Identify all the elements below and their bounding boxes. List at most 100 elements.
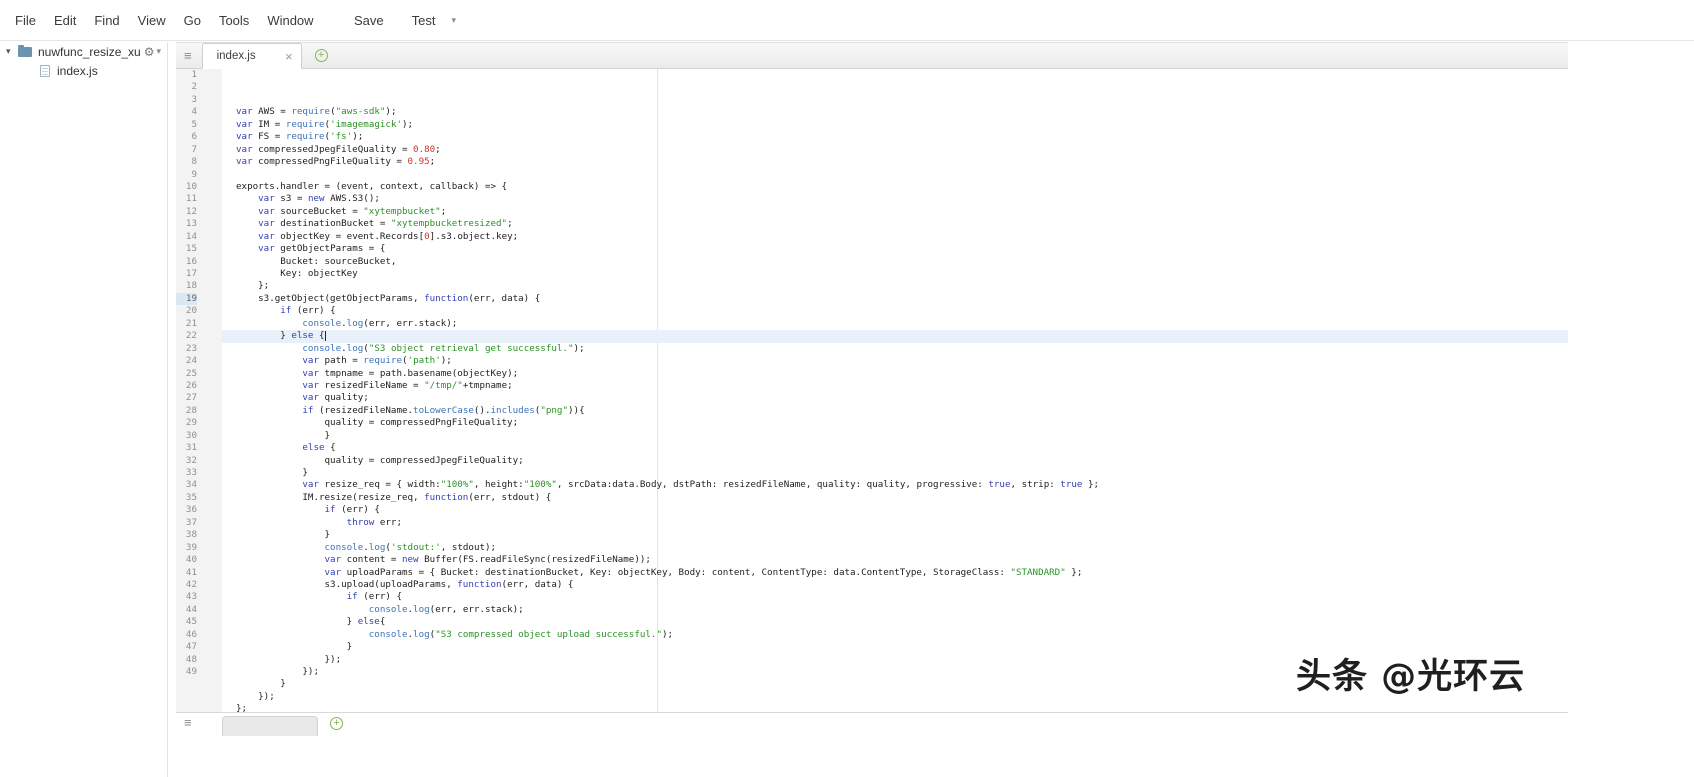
- line-number[interactable]: 41: [176, 567, 197, 579]
- code-line[interactable]: s3.getObject(getObjectParams, function(e…: [222, 293, 1568, 305]
- code-line[interactable]: var sourceBucket = "xytempbucket";: [222, 206, 1568, 218]
- tab-list-icon[interactable]: ≡: [184, 48, 192, 63]
- line-number[interactable]: 37: [176, 517, 197, 529]
- line-number[interactable]: 25: [176, 368, 197, 380]
- code-line[interactable]: var resizedFileName = "/tmp/"+tmpname;: [222, 380, 1568, 392]
- code-line[interactable]: throw err;: [222, 517, 1568, 529]
- line-number[interactable]: 42: [176, 579, 197, 591]
- code-line[interactable]: });: [222, 666, 1568, 678]
- menu-item-edit[interactable]: Edit: [45, 13, 85, 28]
- line-number[interactable]: 7: [176, 144, 197, 156]
- code-line[interactable]: [222, 169, 1568, 181]
- line-number[interactable]: 30: [176, 430, 197, 442]
- code-line[interactable]: var s3 = new AWS.S3();: [222, 193, 1568, 205]
- code-line[interactable]: var FS = require('fs');: [222, 131, 1568, 143]
- code-line[interactable]: });: [222, 654, 1568, 666]
- line-number[interactable]: 17: [176, 268, 197, 280]
- tree-expand-caret-icon[interactable]: ▾: [6, 46, 18, 57]
- line-number[interactable]: 2: [176, 81, 197, 93]
- code-line[interactable]: var getObjectParams = {: [222, 243, 1568, 255]
- code-line[interactable]: }: [222, 467, 1568, 479]
- line-number[interactable]: 26: [176, 380, 197, 392]
- line-number[interactable]: 38: [176, 529, 197, 541]
- code-line[interactable]: var tmpname = path.basename(objectKey);: [222, 368, 1568, 380]
- line-number[interactable]: 6: [176, 131, 197, 143]
- code-line[interactable]: }: [222, 430, 1568, 442]
- menu-item-go[interactable]: Go: [175, 13, 210, 28]
- menu-item-file[interactable]: File: [6, 13, 45, 28]
- line-number[interactable]: 9: [176, 169, 197, 181]
- code-area[interactable]: var AWS = require("aws-sdk");var IM = re…: [222, 69, 1568, 712]
- code-line[interactable]: var compressedJpegFileQuality = 0.80;: [222, 144, 1568, 156]
- tree-folder-row[interactable]: ▾ nuwfunc_resize_xu ⚙ ▾: [0, 42, 167, 61]
- project-settings-button[interactable]: ⚙ ▾: [144, 45, 161, 59]
- line-number[interactable]: 22: [176, 330, 197, 342]
- code-line[interactable]: var destinationBucket = "xytempbucketres…: [222, 218, 1568, 230]
- line-number[interactable]: 43: [176, 591, 197, 603]
- code-line[interactable]: var AWS = require("aws-sdk");: [222, 106, 1568, 118]
- gutter[interactable]: 1234567891011121314151617181920212223242…: [176, 69, 222, 712]
- line-number[interactable]: 18: [176, 280, 197, 292]
- line-number[interactable]: 3: [176, 94, 197, 106]
- line-number[interactable]: 36: [176, 504, 197, 516]
- code-line[interactable]: if (err) {: [222, 504, 1568, 516]
- line-number[interactable]: 12: [176, 206, 197, 218]
- line-number[interactable]: 27: [176, 392, 197, 404]
- console-tab[interactable]: [222, 716, 318, 736]
- line-number[interactable]: 45: [176, 616, 197, 628]
- code-line[interactable]: };: [222, 280, 1568, 292]
- code-line[interactable]: console.log(err, err.stack);: [222, 604, 1568, 616]
- test-button[interactable]: Test: [398, 13, 450, 28]
- line-number[interactable]: 28: [176, 405, 197, 417]
- code-line[interactable]: if (err) {: [222, 305, 1568, 317]
- menu-item-tools[interactable]: Tools: [210, 13, 258, 28]
- line-number[interactable]: 44: [176, 604, 197, 616]
- line-number[interactable]: 48: [176, 654, 197, 666]
- code-line[interactable]: }: [222, 529, 1568, 541]
- code-line[interactable]: console.log("S3 object retrieval get suc…: [222, 343, 1568, 355]
- line-number[interactable]: 46: [176, 629, 197, 641]
- line-number[interactable]: 47: [176, 641, 197, 653]
- code-line[interactable]: console.log(err, err.stack);: [222, 318, 1568, 330]
- line-number[interactable]: 10: [176, 181, 197, 193]
- line-number[interactable]: 15: [176, 243, 197, 255]
- line-number[interactable]: 16: [176, 256, 197, 268]
- line-number[interactable]: 1: [176, 69, 197, 81]
- console-new-tab-button[interactable]: +: [330, 717, 343, 730]
- menu-item-view[interactable]: View: [129, 13, 175, 28]
- line-number[interactable]: 23: [176, 343, 197, 355]
- console-tab-list-icon[interactable]: ≡: [184, 715, 192, 730]
- line-number[interactable]: 24: [176, 355, 197, 367]
- code-line[interactable]: if (err) {: [222, 591, 1568, 603]
- line-number[interactable]: 40: [176, 554, 197, 566]
- menu-item-window[interactable]: Window: [258, 13, 322, 28]
- line-number[interactable]: 49: [176, 666, 197, 678]
- new-tab-button[interactable]: +: [315, 49, 328, 62]
- line-number[interactable]: 32: [176, 455, 197, 467]
- line-number[interactable]: 39: [176, 542, 197, 554]
- code-line[interactable]: console.log("S3 compressed object upload…: [222, 629, 1568, 641]
- code-line[interactable]: exports.handler = (event, context, callb…: [222, 181, 1568, 193]
- line-number[interactable]: 35: [176, 492, 197, 504]
- code-line[interactable]: Key: objectKey: [222, 268, 1568, 280]
- save-button[interactable]: Save: [340, 13, 398, 28]
- line-number[interactable]: 13: [176, 218, 197, 230]
- line-number[interactable]: 19: [176, 293, 197, 305]
- code-line[interactable]: } else{: [222, 616, 1568, 628]
- code-line[interactable]: console.log('stdout:', stdout);: [222, 542, 1568, 554]
- code-line[interactable]: Bucket: sourceBucket,: [222, 256, 1568, 268]
- line-number[interactable]: 33: [176, 467, 197, 479]
- line-number[interactable]: 8: [176, 156, 197, 168]
- code-line[interactable]: if (resizedFileName.toLowerCase().includ…: [222, 405, 1568, 417]
- code-line[interactable]: quality = compressedPngFileQuality;: [222, 417, 1568, 429]
- code-line[interactable]: var compressedPngFileQuality = 0.95;: [222, 156, 1568, 168]
- code-line[interactable]: });: [222, 691, 1568, 703]
- code-line[interactable]: }: [222, 641, 1568, 653]
- line-number[interactable]: 31: [176, 442, 197, 454]
- line-number[interactable]: 11: [176, 193, 197, 205]
- line-number[interactable]: 21: [176, 318, 197, 330]
- code-line[interactable]: var quality;: [222, 392, 1568, 404]
- menu-item-find[interactable]: Find: [85, 13, 128, 28]
- code-line[interactable]: s3.upload(uploadParams, function(err, da…: [222, 579, 1568, 591]
- code-line[interactable]: var objectKey = event.Records[0].s3.obje…: [222, 231, 1568, 243]
